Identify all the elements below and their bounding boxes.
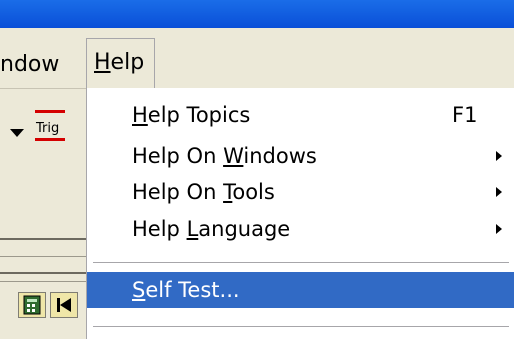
menu-item-label: Help On [132, 144, 224, 168]
trig-label: Trig [36, 121, 60, 136]
menu-item-help-topics[interactable]: Help Topics F1 [87, 97, 514, 133]
menu-item-label-rest: ools [232, 180, 275, 204]
menu-item-label: Help [132, 217, 187, 241]
mnemonic: L [186, 217, 199, 241]
mnemonic: S [132, 278, 146, 302]
help-menu-dropdown: Help Topics F1 Help On Windows Help On T… [86, 88, 514, 339]
go-to-start-icon[interactable] [50, 292, 78, 318]
calculator-icon[interactable] [18, 292, 46, 318]
shortcut-label: F1 [452, 103, 478, 127]
window-title-bar [0, 0, 514, 28]
submenu-arrow-icon [496, 151, 502, 161]
menu-item-label-rest: indows [243, 144, 317, 168]
toolbar-divider [0, 281, 86, 282]
menu-item-label: Help On [132, 180, 224, 204]
toolbar-divider [0, 272, 86, 274]
trig-button[interactable]: Trig [35, 110, 65, 148]
menu-help-label-rest: elp [110, 50, 145, 75]
menu-bar [0, 28, 514, 89]
mnemonic: W [223, 144, 244, 168]
menu-help[interactable]: Help [86, 38, 155, 88]
menu-item-help-language[interactable]: Help Language [87, 211, 514, 247]
menu-separator [93, 326, 509, 327]
menu-item-self-test[interactable]: Self Test... [87, 272, 514, 308]
toolbar-divider [0, 238, 86, 240]
menu-item-label-rest: anguage [198, 217, 291, 241]
menu-window-label: ndow [0, 52, 60, 77]
menu-help-mnemonic: H [94, 50, 111, 75]
menu-item-help-on-windows[interactable]: Help On Windows [87, 138, 514, 174]
menu-separator [93, 262, 509, 263]
dropdown-arrow-icon[interactable] [10, 129, 24, 137]
submenu-arrow-icon [496, 224, 502, 234]
trig-bottom-line [35, 138, 65, 141]
menu-item-label: elf Test... [145, 278, 240, 302]
menu-window[interactable]: ndow [0, 47, 59, 83]
toolbar-divider [0, 256, 86, 257]
menu-item-help-on-tools[interactable]: Help On Tools [87, 174, 514, 210]
mnemonic: T [223, 180, 233, 204]
menu-item-label: elp Topics [147, 103, 251, 127]
mnemonic: H [132, 103, 148, 127]
submenu-arrow-icon [496, 187, 502, 197]
trig-top-line [35, 110, 65, 113]
